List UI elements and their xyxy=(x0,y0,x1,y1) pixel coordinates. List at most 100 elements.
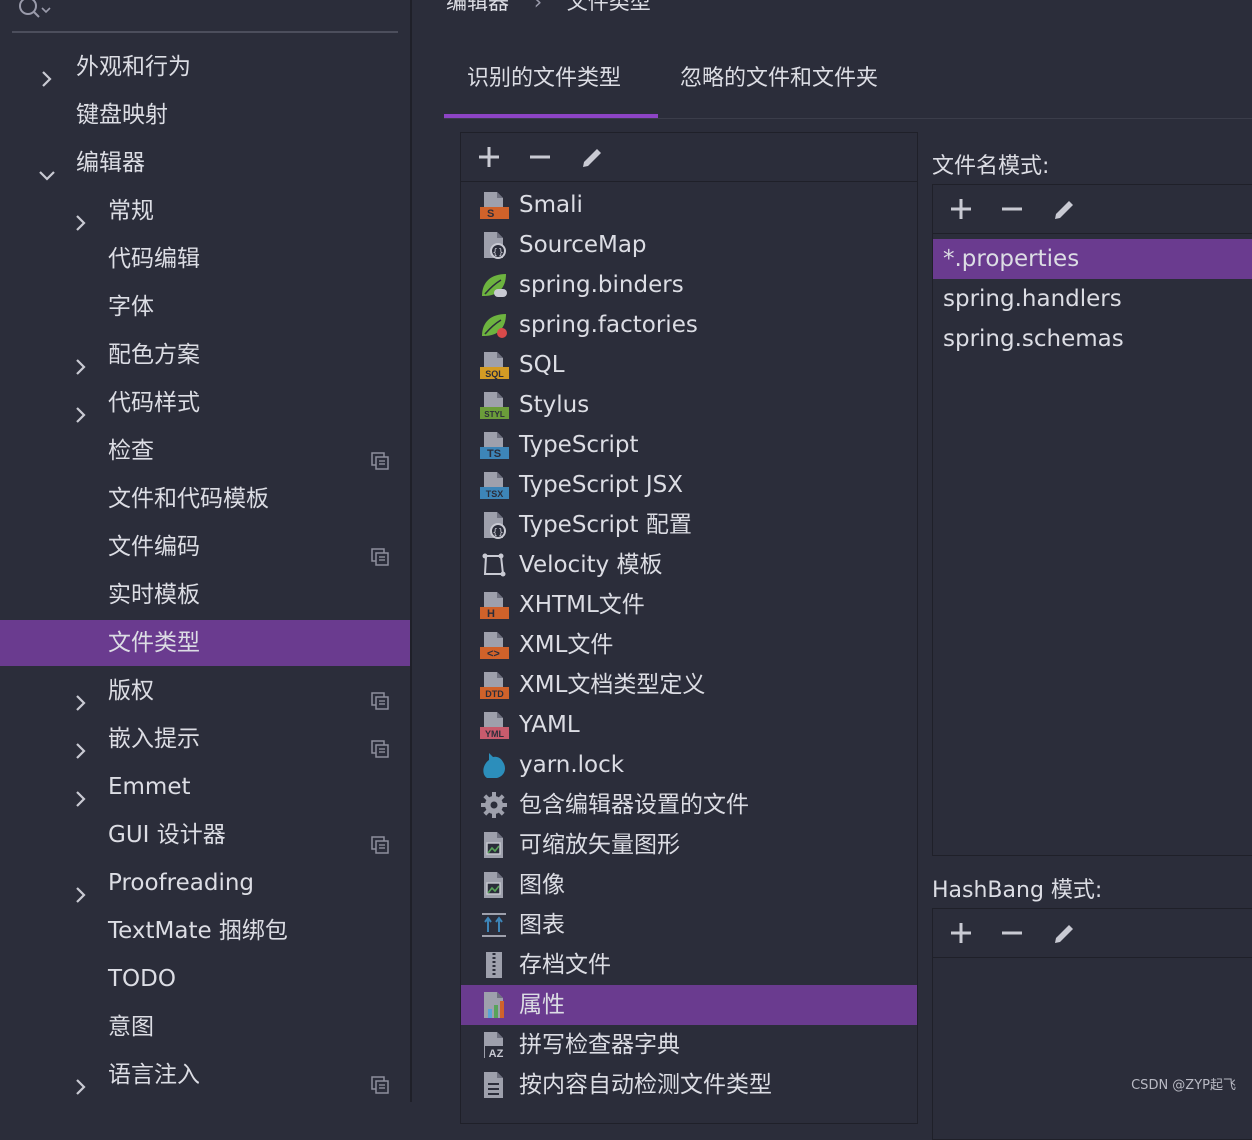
velocity-icon xyxy=(479,550,509,580)
sidebar-item[interactable]: Proofreading xyxy=(0,860,410,906)
file-type-label: 按内容自动检测文件类型 xyxy=(519,1072,772,1098)
file-type-row[interactable]: Velocity 模板 xyxy=(461,545,917,585)
sidebar-item-label: 编辑器 xyxy=(76,150,145,176)
sidebar-item[interactable]: 意图 xyxy=(0,1004,410,1050)
add-hashbang-button[interactable] xyxy=(949,921,973,945)
file-type-label: 图像 xyxy=(519,872,565,898)
svg-text:AZ: AZ xyxy=(489,1048,504,1060)
file-type-row[interactable]: {} SourceMap xyxy=(461,225,917,265)
chevron-right-icon[interactable] xyxy=(72,1066,90,1112)
file-type-label: YAML xyxy=(519,712,580,738)
sidebar-item-label: 意图 xyxy=(108,1014,154,1040)
pattern-label: *.properties xyxy=(943,246,1080,272)
sidebar-item[interactable]: 版权 xyxy=(0,668,410,714)
sidebar-item-label: TODO xyxy=(108,966,176,992)
file-type-row[interactable]: STYL Stylus xyxy=(461,385,917,425)
sidebar-item[interactable]: 常规 xyxy=(0,188,410,234)
sidebar-item[interactable]: Emmet xyxy=(0,764,410,810)
file-badge-icon: YML xyxy=(479,710,509,740)
file-type-row[interactable]: TSX TypeScript JSX xyxy=(461,465,917,505)
file-type-label: spring.binders xyxy=(519,272,684,298)
patterns-toolbar xyxy=(933,185,1252,234)
pattern-row[interactable]: *.properties xyxy=(933,239,1252,279)
sidebar-item[interactable]: 键盘映射 xyxy=(0,92,410,138)
edit-file-type-button[interactable] xyxy=(579,145,603,169)
sidebar-item[interactable]: 文件类型 xyxy=(0,620,410,666)
search-input[interactable] xyxy=(12,31,398,33)
sidebar-item[interactable]: 代码样式 xyxy=(0,380,410,426)
edit-hashbang-button[interactable] xyxy=(1051,921,1075,945)
file-type-label: SQL xyxy=(519,352,565,378)
add-pattern-button[interactable] xyxy=(949,197,973,221)
sidebar-item[interactable]: 文件和代码模板 xyxy=(0,476,410,522)
sidebar-item-label: 代码样式 xyxy=(108,390,200,416)
remove-hashbang-button[interactable] xyxy=(1000,921,1024,945)
file-type-row[interactable]: 包含编辑器设置的文件 xyxy=(461,785,917,825)
pattern-label: spring.schemas xyxy=(943,326,1124,352)
add-file-type-button[interactable] xyxy=(477,145,501,169)
file-type-row[interactable]: 按内容自动检测文件类型 xyxy=(461,1065,917,1105)
sidebar-item[interactable]: 嵌入提示 xyxy=(0,716,410,762)
sidebar-item[interactable]: 实时模板 xyxy=(0,572,410,618)
file-types-panel: S Smali {} SourceMap spring.binders spring.fa… xyxy=(460,132,918,1124)
sidebar-item[interactable]: 语言注入 xyxy=(0,1052,410,1098)
sidebar-item[interactable]: 字体 xyxy=(0,284,410,330)
pattern-row[interactable]: spring.schemas xyxy=(933,319,1252,359)
file-type-label: spring.factories xyxy=(519,312,698,338)
file-type-row[interactable]: SQL SQL xyxy=(461,345,917,385)
sidebar-item-label: 实时模板 xyxy=(108,582,200,608)
file-type-label: 属性 xyxy=(519,992,565,1018)
spring-leaf-icon xyxy=(479,270,509,300)
file-type-row[interactable]: {} TypeScript 配置 xyxy=(461,505,917,545)
file-type-row[interactable]: yarn.lock xyxy=(461,745,917,785)
file-badge-icon: H xyxy=(479,590,509,620)
sidebar-item[interactable]: TextMate 捆绑包 xyxy=(0,908,410,954)
tab-ignored-files-and-folders[interactable]: 忽略的文件和文件夹 xyxy=(680,60,878,92)
sidebar-item[interactable]: TODO xyxy=(0,956,410,1002)
file-type-label: XML文件 xyxy=(519,632,614,658)
sidebar-item[interactable]: 配色方案 xyxy=(0,332,410,378)
file-type-row[interactable]: S Smali xyxy=(461,185,917,225)
sidebar-item-label: Proofreading xyxy=(108,870,255,896)
sidebar-item[interactable]: 检查 xyxy=(0,428,410,474)
breadcrumb: 编辑器 › 文件类型 xyxy=(446,0,651,16)
edit-pattern-button[interactable] xyxy=(1051,197,1075,221)
remove-pattern-button[interactable] xyxy=(1000,197,1024,221)
file-type-row[interactable]: 存档文件 xyxy=(461,945,917,985)
file-type-label: 可缩放矢量图形 xyxy=(519,832,680,858)
image-file-icon xyxy=(479,830,509,860)
file-type-label: Stylus xyxy=(519,392,590,418)
file-type-row[interactable]: 图表 xyxy=(461,905,917,945)
sidebar-item[interactable]: GUI 设计器 xyxy=(0,812,410,858)
file-badge-icon: TS xyxy=(479,430,509,460)
project-settings-icon xyxy=(370,1065,390,1111)
pattern-row[interactable]: spring.handlers xyxy=(933,279,1252,319)
file-type-row[interactable]: TS TypeScript xyxy=(461,425,917,465)
file-type-row[interactable]: H XHTML文件 xyxy=(461,585,917,625)
sidebar-item-label: 语言注入 xyxy=(108,1062,200,1088)
sidebar-item[interactable]: 编辑器 xyxy=(0,140,410,186)
sidebar-item[interactable]: 文件编码 xyxy=(0,524,410,570)
file-type-row[interactable]: 可缩放矢量图形 xyxy=(461,825,917,865)
file-type-row[interactable]: 属性 xyxy=(461,985,917,1025)
file-type-label: 存档文件 xyxy=(519,952,611,978)
sidebar-item-label: 文件类型 xyxy=(108,630,200,656)
sidebar-item-label: GUI 设计器 xyxy=(108,822,226,848)
sidebar-item[interactable]: 外观和行为 xyxy=(0,44,410,90)
file-type-row[interactable]: YML YAML xyxy=(461,705,917,745)
remove-file-type-button[interactable] xyxy=(528,145,552,169)
file-type-row[interactable]: <> XML文件 xyxy=(461,625,917,665)
file-type-row[interactable]: AZ 拼写检查器字典 xyxy=(461,1025,917,1065)
sidebar-item-label: TextMate 捆绑包 xyxy=(108,918,288,944)
file-type-row[interactable]: spring.binders xyxy=(461,265,917,305)
sidebar-item[interactable]: 代码编辑 xyxy=(0,236,410,282)
breadcrumb-editor[interactable]: 编辑器 xyxy=(446,0,509,14)
file-type-row[interactable]: spring.factories xyxy=(461,305,917,345)
tab-recognized-file-types[interactable]: 识别的文件类型 xyxy=(467,60,621,92)
file-types-toolbar xyxy=(461,133,917,182)
file-badge-icon: STYL xyxy=(479,390,509,420)
file-type-row[interactable]: 图像 xyxy=(461,865,917,905)
file-type-row[interactable]: DTD XML文档类型定义 xyxy=(461,665,917,705)
search-icon[interactable] xyxy=(18,0,52,26)
sidebar-item-label: 字体 xyxy=(108,294,154,320)
